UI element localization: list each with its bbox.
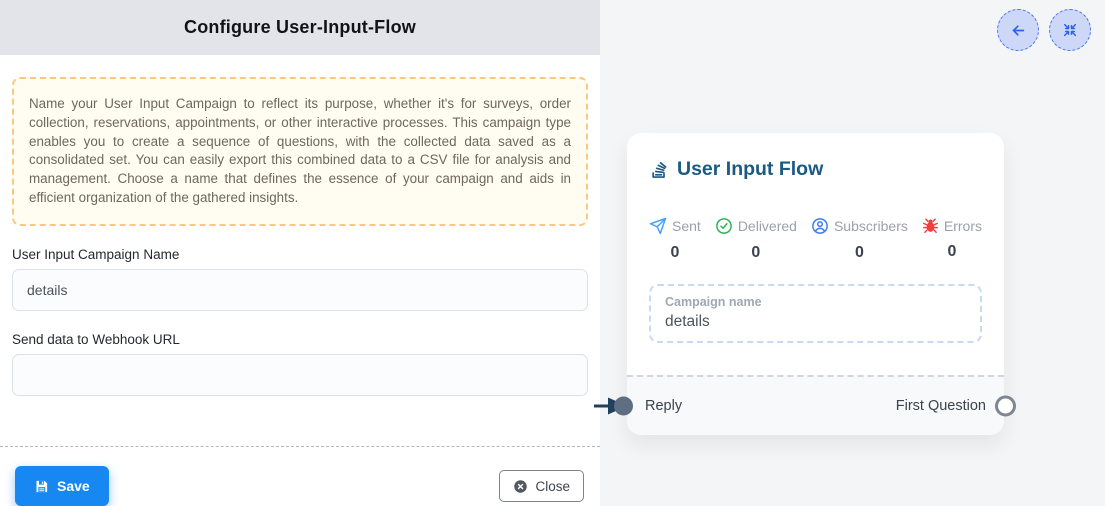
stat-delivered: Delivered 0: [715, 217, 797, 262]
stat-errors-label: Errors: [944, 218, 982, 234]
stat-subscribers-label: Subscribers: [834, 218, 908, 234]
app: Configure User-Input-Flow Name your User…: [0, 0, 1105, 506]
info-text: Name your User Input Campaign to reflect…: [29, 96, 571, 205]
compress-icon: [1062, 22, 1078, 38]
stat-subscribers-value: 0: [855, 244, 864, 262]
flow-canvas: User Input Flow Sent 0: [600, 0, 1105, 506]
compress-button[interactable]: [1049, 9, 1091, 51]
reply-target-handle[interactable]: [614, 397, 633, 416]
save-icon: [34, 479, 49, 494]
save-button[interactable]: Save: [15, 466, 109, 506]
stat-sent-value: 0: [670, 244, 679, 262]
info-box: Name your User Input Campaign to reflect…: [12, 77, 588, 226]
page-title: Configure User-Input-Flow: [184, 17, 416, 38]
panel-body: Name your User Input Campaign to reflect…: [0, 55, 600, 405]
node-title: User Input Flow: [649, 158, 982, 181]
check-circle-icon: [715, 217, 733, 235]
stat-errors: Errors 0: [922, 217, 982, 262]
campaign-name-input[interactable]: [12, 269, 588, 311]
stat-sent: Sent 0: [649, 217, 701, 262]
panel-header: Configure User-Input-Flow: [0, 0, 600, 55]
node-footer: Reply First Question: [627, 375, 1004, 435]
subscriber-icon: [811, 217, 829, 235]
send-icon: [649, 217, 667, 235]
close-button-label: Close: [535, 479, 570, 494]
webhook-url-label: Send data to Webhook URL: [12, 332, 588, 347]
bug-icon: [922, 217, 939, 234]
reply-label: Reply: [645, 398, 682, 414]
node-body: User Input Flow Sent 0: [627, 133, 1004, 375]
user-input-flow-node[interactable]: User Input Flow Sent 0: [627, 133, 1004, 435]
back-arrow-icon: [1010, 22, 1027, 39]
stack-icon: [649, 160, 669, 180]
back-button[interactable]: [997, 9, 1039, 51]
stat-sent-label: Sent: [672, 218, 701, 234]
first-question-source-handle[interactable]: [995, 396, 1016, 417]
node-title-label: User Input Flow: [677, 158, 823, 181]
panel-footer: Save Close: [0, 447, 600, 506]
stat-errors-value: 0: [947, 243, 956, 261]
save-button-label: Save: [57, 478, 90, 494]
campaign-box-value: details: [665, 313, 966, 331]
campaign-name-box: Campaign name details: [649, 284, 982, 343]
close-button[interactable]: Close: [499, 470, 584, 502]
first-question-label: First Question: [896, 398, 986, 414]
webhook-url-input[interactable]: [12, 354, 588, 396]
stats-row: Sent 0 Delivered: [649, 217, 982, 262]
stat-subscribers: Subscribers 0: [811, 217, 908, 262]
campaign-name-label: User Input Campaign Name: [12, 247, 588, 262]
stat-delivered-value: 0: [751, 244, 760, 262]
stat-delivered-label: Delivered: [738, 218, 797, 234]
configure-panel: Configure User-Input-Flow Name your User…: [0, 0, 600, 506]
campaign-box-label: Campaign name: [665, 295, 966, 309]
close-icon: [513, 479, 528, 494]
